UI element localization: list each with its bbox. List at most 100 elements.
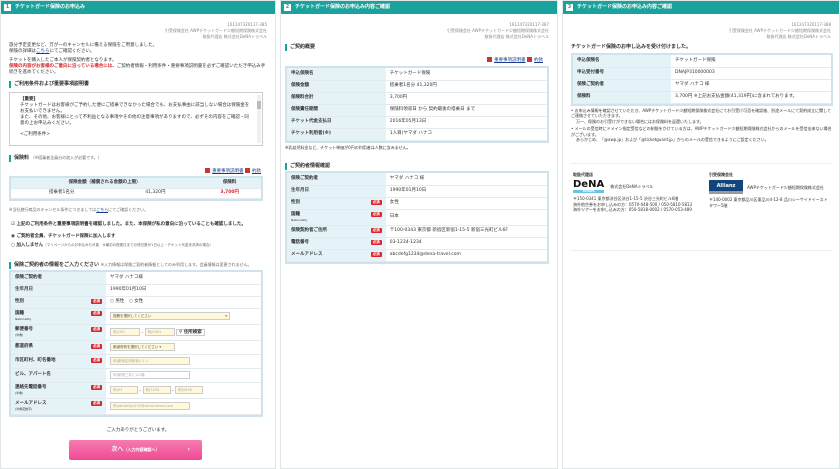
label-text: 保険ご契約者 <box>291 175 318 181</box>
row-value: 日本 <box>385 209 547 226</box>
radio-join[interactable]: ◉ ご契約者全員、チケットガード保険に加入します <box>11 234 116 240</box>
radio-label: 女性 <box>134 298 144 304</box>
field-label: ビル、アパート名 <box>11 368 106 383</box>
field-label: 国籍 <box>15 310 24 316</box>
next-button[interactable]: 次へ （入力内容確認へ） › <box>69 440 202 460</box>
phone-1-input[interactable]: 例)03 <box>110 385 138 394</box>
premium-table: 保険金額（補償される金額の上限） 保険料 搭乗者1名分 41,320円 3,700円 <box>9 176 263 201</box>
row-label: 保険ご契約者 <box>573 79 672 92</box>
label-text: 保険責任期間 <box>291 106 318 112</box>
cancel-note: ※当社旅行商品のキャンセル条件につきましてはこちらにてご確認ください。 <box>9 207 148 212</box>
email-input[interactable]: 例)abcdefg1234@dena-travel.com <box>110 401 190 410</box>
address-search-button[interactable]: ⚲ 住所検索 <box>175 329 205 337</box>
city-input[interactable]: 例)新宿区西新宿1-1-1 <box>110 356 190 365</box>
row-value: 搭乗者1名分 41,320円 <box>385 80 547 93</box>
label-text: 電話番号 <box>291 239 309 245</box>
row-label: メールアドレス 必須 <box>287 249 386 262</box>
prefecture-select[interactable]: 都道府県を選択してください ▾ <box>110 342 175 351</box>
required-badge: 必須 <box>370 211 382 217</box>
row-label: 保険料 <box>573 91 672 104</box>
row-value: 2016年05月13日 <box>385 116 547 129</box>
chevron-right-icon: › <box>187 445 190 453</box>
section-title-holder: ご契約者情報確認 <box>285 163 330 170</box>
required-badge: 必須 <box>91 357 102 363</box>
panel-header: 2 チケットガード保険のお申込み内容ご確認 <box>281 1 557 14</box>
intro-line: 保険の詳細は <box>9 49 36 55</box>
row-label: 申込保険名 <box>287 68 386 81</box>
cancel-link[interactable]: こちら <box>96 207 108 212</box>
meta-info: 161247320117-385 引受保険会社 AWPチケットガード少額短期保険株… <box>165 22 267 40</box>
required-badge: 必須 <box>91 400 102 406</box>
agent-tel: 海外ツアーをお申し込みの方：050-5818-0002 / 0570-053-4… <box>573 207 692 213</box>
scrollbar[interactable] <box>257 95 261 143</box>
required-badge: 必須 <box>370 199 382 205</box>
section-title-terms: ご利用条件および重要事項説明書 <box>9 81 89 88</box>
field-sublabel: (半角英数字) <box>15 407 33 411</box>
panel-header: 1 チケットガード保険のお申込み <box>1 1 275 14</box>
label-text: 生年月日 <box>291 187 309 193</box>
label-text: チケット利用者(※) <box>291 130 331 136</box>
agent-name: 株式会社DeNAトラベル <box>610 184 654 190</box>
radio-label: 男性 <box>115 298 125 304</box>
terms-link[interactable]: 約款 <box>534 58 543 63</box>
table-row: 保険ご契約者 ヤマダ ハナコ 様 <box>573 79 831 92</box>
form-note: ※入力情報は保険ご契約者情報としてのみ利用します。会員情報は変更されません。 <box>100 262 252 267</box>
important-doc-link[interactable]: 重要事項説明書 <box>494 58 526 63</box>
phone-2-input[interactable]: 例)1234 <box>142 385 171 394</box>
terms-line: <ご利用条件> <box>20 132 51 138</box>
terms-scrollbox[interactable]: 【重要】 チケットガードはお客様がご予約した便にご搭乗できなかった場合でも、お支… <box>9 92 263 146</box>
step-badge: 1 <box>4 4 11 11</box>
label-text: 保険契約者ご住所 <box>291 227 327 233</box>
meta-line: 取扱代理店 株式会社DeNAトラベル <box>766 34 831 39</box>
row-label: 申込保険名 <box>573 55 672 68</box>
panel-title: チケットガード保険のお申込み内容ご確認 <box>295 4 391 11</box>
row-value: 保険料領収日 から 契約最後の搭乗日 まで <box>385 104 547 117</box>
radio-label: 加入しません <box>16 243 44 248</box>
intro-line: にてご確認ください。 <box>49 49 95 55</box>
thanks-text: ご入力ありがとうございます。 <box>106 428 170 433</box>
row-value: ヤマダ ハナコ 様 <box>671 79 831 92</box>
panel-header: 3 チケットガード保険のお申込み内容ご確認 <box>563 1 839 14</box>
details-link[interactable]: こちら <box>36 49 50 54</box>
phone-3-input[interactable]: 例)5678 <box>175 385 203 394</box>
allianz-logo: Allianz <box>709 180 743 195</box>
row-label: 生年月日 <box>287 185 386 198</box>
note-text: にてご確認ください。 <box>108 207 149 212</box>
terms-link[interactable]: 約款 <box>252 169 261 174</box>
premium-note: （※搭乗者全員分の加入が必要です。） <box>30 155 102 160</box>
gender-male-radio[interactable]: ○ 男性 <box>110 299 124 304</box>
row-label: 国籍 必須 Nationality <box>287 209 386 226</box>
required-badge: 必須 <box>370 239 382 245</box>
row-label: 電話番号 必須 <box>287 237 386 250</box>
table-row: メールアドレス 必須 abcdefg1234@dena-travel.com <box>287 249 547 262</box>
holder-name: ヤマダ ハナコ様 <box>106 272 261 285</box>
radio-decline[interactable]: ○ 加入しません（マイページからのお申込みも可能 ※最初の搭乗日までの残日数が1… <box>11 243 213 249</box>
agree-checkbox-row[interactable]: ☑ 上記のご利用条件と重要事項説明書を確認しました。また、本保険が私の意向に沿っ… <box>11 222 246 228</box>
required-badge: 必須 <box>91 384 102 390</box>
table-row: 申込保険名 チケットガード保険 <box>287 68 547 81</box>
gender-female-radio[interactable]: ○ 女性 <box>129 299 143 304</box>
important-doc-link[interactable]: 重要事項説明書 <box>212 169 244 174</box>
postal-code-1-input[interactable]: 例)100 <box>110 327 140 336</box>
dena-logo: DeNA TRAVEL <box>573 180 605 194</box>
note-text: ※当社旅行商品のキャンセル条件につきましては <box>9 207 97 212</box>
postal-code-2-input[interactable]: 例)0001 <box>144 327 175 336</box>
building-input[interactable]: 例)新宿三井ビル1階 <box>110 370 190 379</box>
insurer-title: 引受保険会社 <box>709 172 733 177</box>
field-sublabel: Nationality <box>291 218 308 222</box>
holder-table: 保険ご契約者 ヤマダ ハナコ 様生年月日 1990年01月10日 性別 必須 女性 国籍 必須… <box>285 171 549 264</box>
note-text: メールの受信時にドメイン指定受信などの制限をかけている方は、AWPチケットガード… <box>571 126 832 137</box>
row-label: 性別 必須 <box>287 197 386 210</box>
table-row: 保険料合計 3,700円 <box>287 92 547 105</box>
field-label: 連絡先電話番号 <box>15 384 47 390</box>
table-row: 保険料 3,700円 ※上記お支払金額(41,319円)に含まれております。 <box>573 91 831 104</box>
label-text: 保険ご契約者 <box>577 81 604 87</box>
intro-text: 旅分予定変更など、万が一のキャンセルに備える保険をご用意しました。 保険の詳細は… <box>9 43 269 76</box>
label-text: メールアドレス <box>291 251 323 257</box>
field-label: メールアドレス <box>15 400 47 406</box>
button-label: 次へ <box>111 445 124 453</box>
row-value: 〒100-0343 東京都 新宿区新宿1-15-5 新宿三光町ビル6F <box>385 225 547 238</box>
nationality-select[interactable]: 国籍を選択してください ▾ <box>110 311 230 320</box>
birthdate: 1990年01月10日 <box>106 284 261 297</box>
required-badge: 必須 <box>370 251 382 257</box>
